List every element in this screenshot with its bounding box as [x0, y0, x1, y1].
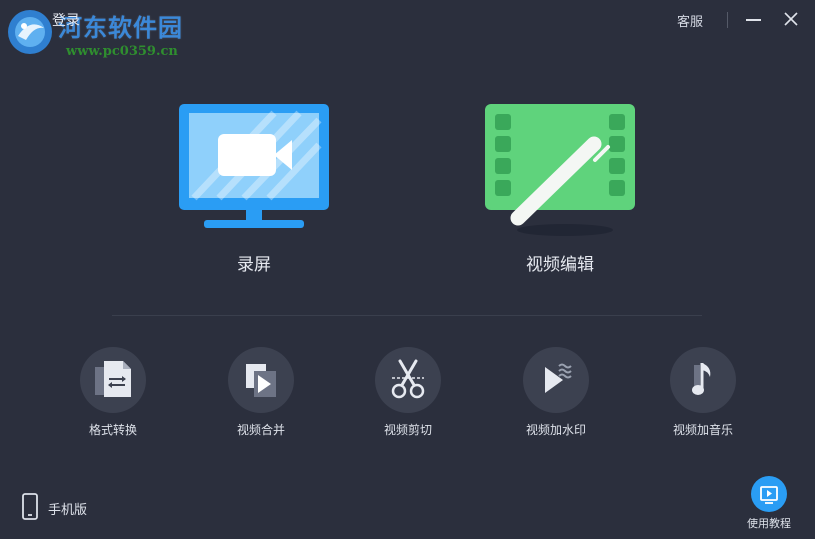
play-screen-icon	[760, 486, 778, 504]
tutorial-button[interactable]: 使用教程	[740, 474, 800, 534]
music-note-icon	[692, 363, 711, 395]
tutorial-label: 使用教程	[747, 517, 791, 530]
customer-service-link[interactable]: 客服	[677, 11, 703, 30]
titlebar-separator	[727, 12, 728, 28]
close-icon	[784, 12, 798, 26]
mobile-version-link[interactable]: 手机版	[20, 493, 120, 521]
monitor-camera-icon	[179, 104, 329, 228]
tool-video-merge-label: 视频合并	[236, 423, 285, 437]
film-pen-icon	[485, 104, 635, 236]
tool-video-merge[interactable]: 视频合并	[201, 347, 321, 447]
tool-format-convert-label: 格式转换	[88, 423, 137, 437]
tool-video-cut[interactable]: 视频剪切	[348, 347, 468, 447]
mobile-version-label: 手机版	[48, 503, 88, 518]
record-screen-label: 录屏	[237, 255, 271, 275]
phone-icon	[22, 493, 38, 520]
login-link[interactable]: 登录	[52, 10, 80, 30]
section-divider	[112, 315, 702, 316]
tool-video-watermark[interactable]: 视频加水印	[496, 347, 616, 447]
tool-video-music[interactable]: 视频加音乐	[643, 347, 763, 447]
tool-format-convert[interactable]: 格式转换	[53, 347, 173, 447]
scissors-icon	[391, 359, 425, 399]
watermark-url: www.pc0359.cn	[66, 44, 178, 59]
video-edit-feature[interactable]: 视频编辑	[480, 100, 640, 280]
video-merge-icon	[246, 364, 276, 397]
format-convert-icon	[95, 361, 131, 397]
video-edit-label: 视频编辑	[526, 255, 594, 275]
minimize-button[interactable]	[741, 8, 767, 30]
app-logo	[4, 6, 56, 58]
record-screen-feature[interactable]: 录屏	[174, 100, 334, 280]
tool-video-cut-label: 视频剪切	[383, 423, 432, 437]
close-button[interactable]	[779, 6, 803, 32]
tool-video-music-label: 视频加音乐	[672, 423, 733, 437]
watermark-icon	[545, 363, 572, 393]
tool-video-watermark-label: 视频加水印	[525, 423, 586, 437]
